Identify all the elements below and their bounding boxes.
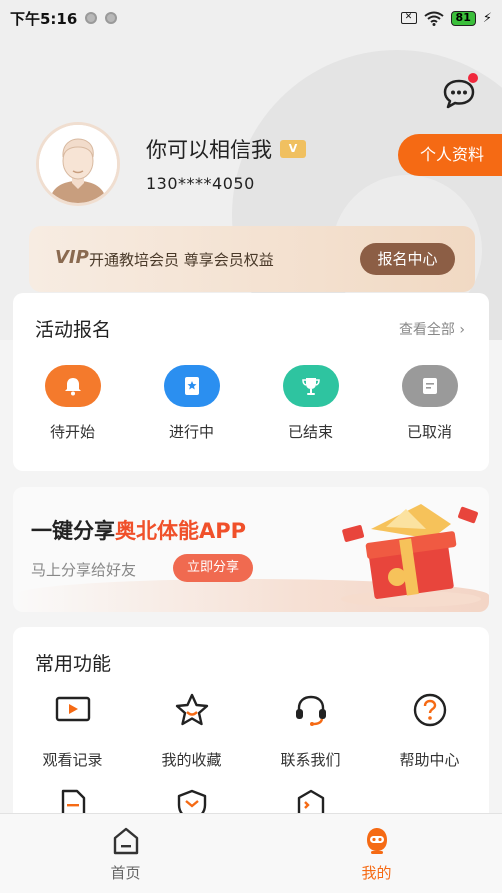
document-icon [401, 365, 458, 407]
common-functions-card: 常用功能 观看记录 我的收藏 联系我们 帮助中心 [13, 627, 489, 827]
function-label: 帮助中心 [399, 751, 460, 769]
nav-mine-label: 我的 [361, 864, 392, 882]
vip-membership-bar[interactable]: VIP 开通教培会员 尊享会员权益 报名中心 [29, 226, 475, 292]
nav-mine[interactable]: 我的 [251, 814, 502, 893]
nav-home-label: 首页 [110, 864, 141, 882]
profile-button[interactable]: 个人资料 [398, 134, 502, 176]
activity-label: 待开始 [49, 423, 95, 441]
function-my-favorites[interactable]: 我的收藏 [132, 691, 251, 787]
play-icon [54, 691, 92, 729]
home-icon [113, 827, 138, 855]
activity-card: 活动报名 查看全部 › 待开始 进行中 已结束 已取消 [13, 293, 489, 471]
wifi-icon [423, 11, 444, 26]
user-avatar-icon [39, 125, 117, 203]
share-title: 一键分享奥北体能APP [31, 515, 246, 545]
functions-title: 常用功能 [35, 653, 112, 675]
vip-badge-icon: V [280, 140, 306, 158]
activity-pending[interactable]: 待开始 [13, 365, 132, 442]
robot-icon [366, 828, 387, 854]
share-subtitle: 马上分享给好友 [31, 561, 137, 579]
activity-cancelled[interactable]: 已取消 [370, 365, 489, 442]
enroll-center-button[interactable]: 报名中心 [360, 243, 455, 275]
unread-badge [468, 73, 478, 83]
share-banner[interactable]: 一键分享奥北体能APP 马上分享给好友 立即分享 [13, 487, 489, 612]
status-time: 下午5:16 [10, 9, 78, 28]
username-text: 你可以相信我 [146, 138, 272, 162]
activity-status-grid: 待开始 进行中 已结束 已取消 [13, 365, 489, 442]
activity-in-progress[interactable]: 进行中 [132, 365, 251, 442]
bell-icon [44, 365, 101, 407]
trophy-icon [282, 365, 339, 407]
status-bar: 下午5:16 ✕ 81 ⚡ [0, 0, 502, 36]
function-contact-us[interactable]: 联系我们 [251, 691, 370, 787]
see-all-link[interactable]: 查看全部 › [399, 319, 465, 339]
vip-logo-icon: VIP [55, 247, 89, 268]
activity-label: 已结束 [287, 423, 333, 441]
username: 你可以相信我 V [146, 134, 306, 164]
activity-title: 活动报名 [35, 319, 112, 341]
charging-icon: ⚡ [482, 10, 492, 26]
notification-dot-icon [105, 12, 118, 24]
share-title-prefix: 一键分享 [31, 519, 115, 543]
phone-number: 130****4050 [146, 174, 255, 193]
activity-label: 已取消 [406, 423, 452, 441]
help-icon [411, 691, 449, 729]
headset-icon [292, 691, 330, 729]
bottom-navigation: 首页 我的 [0, 813, 502, 893]
star-bookmark-icon [163, 365, 220, 407]
function-help-center[interactable]: 帮助中心 [370, 691, 489, 787]
notification-dot-icon [85, 12, 98, 24]
function-label: 我的收藏 [161, 751, 222, 769]
avatar[interactable] [36, 122, 120, 206]
battery-indicator: 81 [450, 10, 476, 26]
star-icon [173, 691, 211, 729]
function-watch-history[interactable]: 观看记录 [13, 691, 132, 787]
activity-ended[interactable]: 已结束 [251, 365, 370, 442]
message-button[interactable] [442, 73, 478, 110]
gift-box-icon [341, 504, 481, 607]
share-title-highlight: 奥北体能APP [115, 519, 247, 543]
function-label: 观看记录 [42, 751, 103, 769]
vip-promo-text: 开通教培会员 尊享会员权益 [89, 251, 274, 269]
function-label: 联系我们 [280, 751, 341, 769]
nav-home[interactable]: 首页 [0, 814, 251, 893]
share-now-button[interactable]: 立即分享 [173, 554, 253, 582]
activity-label: 进行中 [168, 423, 214, 441]
no-sim-icon: ✕ [400, 12, 417, 24]
